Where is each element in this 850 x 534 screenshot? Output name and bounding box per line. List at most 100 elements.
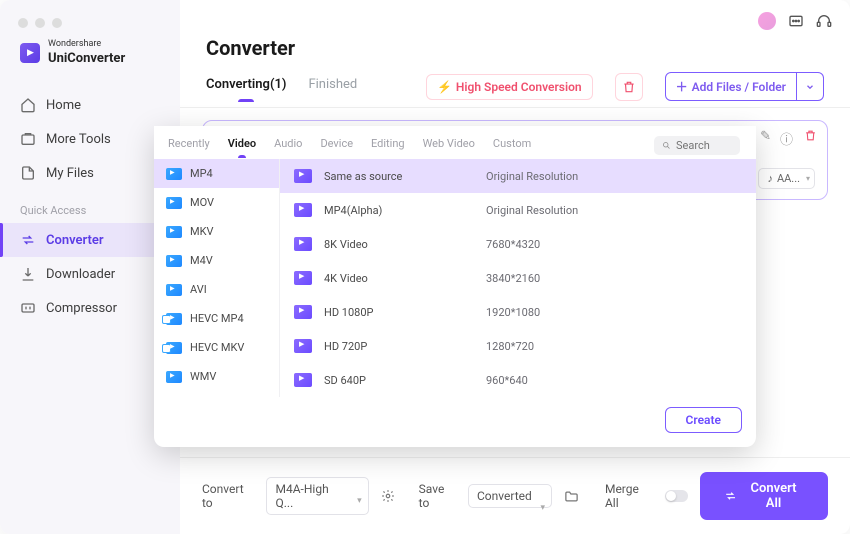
brand-logo: Wondershare UniConverter xyxy=(0,40,180,88)
info-icon[interactable]: ⓘ xyxy=(780,129,793,148)
resolution-icon xyxy=(294,339,312,353)
video-format-icon xyxy=(166,197,182,209)
folder-icon xyxy=(564,489,579,504)
resolution-item[interactable]: Same as sourceOriginal Resolution xyxy=(280,159,756,193)
sidebar-item-downloader[interactable]: Downloader xyxy=(0,257,180,291)
format-search[interactable] xyxy=(654,136,740,155)
resolution-item[interactable]: 8K Video7680*4320 xyxy=(280,227,756,261)
window-traffic-lights[interactable] xyxy=(18,18,62,28)
format-item-hevc-mkv[interactable]: HEVC MKV xyxy=(154,333,279,362)
convert-to-label: Convert to xyxy=(202,482,254,510)
sidebar-item-label: Downloader xyxy=(46,267,115,282)
video-format-icon xyxy=(166,371,182,383)
resolution-icon xyxy=(294,203,312,217)
resolution-item[interactable]: HD 720P1280*720 xyxy=(280,329,756,363)
open-folder-button[interactable] xyxy=(564,489,579,504)
page-title: Converter xyxy=(180,30,850,60)
format-tab-video[interactable]: Video xyxy=(228,137,256,158)
format-item-mp4[interactable]: MP4 xyxy=(154,159,279,188)
attach-icon[interactable]: ✎ xyxy=(760,129,771,144)
plus-icon: ＋ xyxy=(676,78,688,95)
search-icon xyxy=(662,140,671,151)
tab-converting[interactable]: Converting(1) xyxy=(206,77,286,102)
video-format-icon xyxy=(166,226,182,238)
video-format-icon xyxy=(166,313,182,325)
video-format-icon xyxy=(166,342,182,354)
sidebar: Wondershare UniConverter Home More Tools… xyxy=(0,0,180,534)
resolution-item[interactable]: 4K Video3840*2160 xyxy=(280,261,756,295)
merge-all-label: Merge All xyxy=(605,482,653,510)
resolution-item[interactable]: MP4(Alpha)Original Resolution xyxy=(280,193,756,227)
save-to-select[interactable]: Converted xyxy=(468,484,552,508)
bottom-bar: Convert to M4A-High Q... Save to Convert… xyxy=(180,457,850,534)
format-category-tabs: Recently Video Audio Device Editing Web … xyxy=(154,126,756,159)
sidebar-item-label: My Files xyxy=(46,166,94,181)
convert-all-label: Convert All xyxy=(743,481,804,511)
format-tab-device[interactable]: Device xyxy=(320,137,353,158)
sidebar-section-quick-access: Quick Access xyxy=(0,190,180,223)
topbar xyxy=(180,0,850,30)
video-format-icon xyxy=(166,255,182,267)
format-tab-recently[interactable]: Recently xyxy=(168,137,210,158)
add-files-group: ＋ Add Files / Folder xyxy=(665,72,824,101)
clear-list-button[interactable] xyxy=(615,73,643,101)
format-item-m4v[interactable]: M4V xyxy=(154,246,279,275)
sidebar-item-label: Home xyxy=(46,98,81,113)
trash-icon xyxy=(622,80,636,94)
video-format-icon xyxy=(166,284,182,296)
video-format-icon xyxy=(166,168,182,180)
converter-icon xyxy=(20,232,36,248)
download-icon xyxy=(20,266,36,282)
feedback-icon[interactable] xyxy=(788,13,804,29)
format-item-avi[interactable]: AVI xyxy=(154,275,279,304)
resolution-list: Same as sourceOriginal Resolution MP4(Al… xyxy=(280,159,756,397)
sidebar-item-label: Converter xyxy=(46,233,104,248)
main-tabs: Converting(1) Finished ⚡ High Speed Conv… xyxy=(180,60,850,108)
format-item-mov[interactable]: MOV xyxy=(154,188,279,217)
resolution-item[interactable]: SD 640P960*640 xyxy=(280,363,756,397)
sidebar-item-more-tools[interactable]: More Tools xyxy=(0,122,180,156)
format-tab-audio[interactable]: Audio xyxy=(274,137,302,158)
delete-file-button[interactable] xyxy=(804,129,817,142)
merge-all-toggle[interactable] xyxy=(665,490,688,502)
bolt-icon: ⚡ xyxy=(437,80,452,94)
high-speed-button[interactable]: ⚡ High Speed Conversion xyxy=(426,74,593,100)
format-list: MP4 MOV MKV M4V AVI HEVC MP4 HEVC MKV WM… xyxy=(154,159,280,397)
format-tab-editing[interactable]: Editing xyxy=(371,137,405,158)
gear-icon xyxy=(381,489,395,503)
create-preset-button[interactable]: Create xyxy=(665,407,742,433)
format-tab-custom[interactable]: Custom xyxy=(493,137,531,158)
audio-track-select[interactable]: ♪ AA... xyxy=(758,168,815,189)
brand-bottom: UniConverter xyxy=(48,51,125,66)
tab-finished[interactable]: Finished xyxy=(308,77,357,102)
app-window: Wondershare UniConverter Home More Tools… xyxy=(0,0,850,534)
sidebar-item-my-files[interactable]: My Files xyxy=(0,156,180,190)
format-search-input[interactable] xyxy=(676,139,732,152)
format-item-mkv[interactable]: MKV xyxy=(154,217,279,246)
home-icon xyxy=(20,97,36,113)
resolution-icon xyxy=(294,271,312,285)
resolution-item[interactable]: HD 1080P1920*1080 xyxy=(280,295,756,329)
format-item-wmv[interactable]: WMV xyxy=(154,362,279,391)
sidebar-item-converter[interactable]: Converter xyxy=(0,223,180,257)
compress-icon xyxy=(20,300,36,316)
convert-to-select[interactable]: M4A-High Q... xyxy=(266,477,368,515)
resolution-icon xyxy=(294,237,312,251)
convert-all-button[interactable]: Convert All xyxy=(700,472,828,520)
brand-mark-icon xyxy=(20,43,40,63)
format-item-hevc-mp4[interactable]: HEVC MP4 xyxy=(154,304,279,333)
headset-icon[interactable] xyxy=(816,13,832,29)
sidebar-item-label: More Tools xyxy=(46,132,111,147)
format-popover: Recently Video Audio Device Editing Web … xyxy=(154,126,756,447)
format-tab-webvideo[interactable]: Web Video xyxy=(423,137,475,158)
sidebar-item-label: Compressor xyxy=(46,301,117,316)
add-files-dropdown[interactable] xyxy=(797,72,824,101)
avatar[interactable] xyxy=(758,12,776,30)
chevron-down-icon xyxy=(805,82,815,92)
resolution-icon xyxy=(294,305,312,319)
add-files-button[interactable]: ＋ Add Files / Folder xyxy=(665,72,797,101)
format-settings-button[interactable] xyxy=(381,489,395,503)
sidebar-item-home[interactable]: Home xyxy=(0,88,180,122)
tools-icon xyxy=(20,131,36,147)
sidebar-item-compressor[interactable]: Compressor xyxy=(0,291,180,325)
